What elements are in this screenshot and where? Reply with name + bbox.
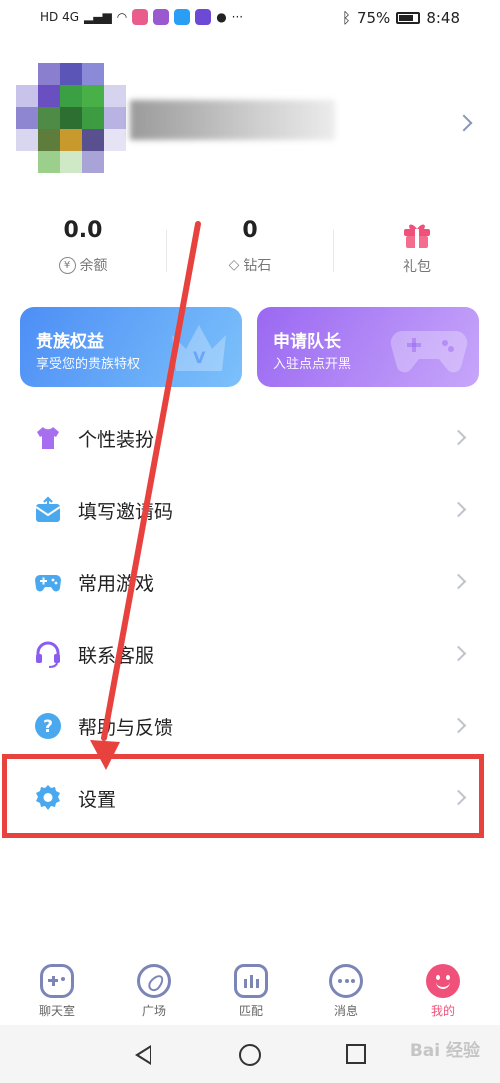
status-bar: HD 4G ▂▄▆ ◠ ● ··· ᛒ 75% 8:48: [0, 0, 500, 36]
menu-label: 填写邀请码: [78, 501, 174, 523]
clock: 8:48: [426, 9, 460, 27]
yen-icon: ¥: [58, 256, 76, 274]
gift-stat[interactable]: 礼包: [334, 210, 500, 290]
menu-label: 常用游戏: [78, 573, 155, 595]
profile-header[interactable]: [0, 55, 500, 195]
match-icon: [234, 964, 268, 998]
app-notification-icon: [132, 9, 149, 25]
chevron-right-icon: [450, 573, 467, 590]
gamepad-icon: [390, 331, 468, 373]
tab-label: 聊天室: [38, 1004, 75, 1018]
menu-item-customer-service[interactable]: 联系客服: [0, 618, 500, 690]
balance-stat[interactable]: 0.0 ¥ 余额: [0, 210, 166, 290]
menu-label: 个性装扮: [78, 429, 155, 451]
tab-label-active: 我的: [430, 1004, 455, 1018]
status-left: HD 4G ▂▄▆ ◠ ● ···: [40, 9, 243, 25]
gift-icon: [402, 220, 432, 250]
tab-match[interactable]: 匹配: [201, 960, 301, 1022]
chevron-right-icon[interactable]: [455, 114, 473, 132]
menu-item-help-feedback[interactable]: ? 帮助与反馈: [0, 690, 500, 762]
svg-text:V: V: [193, 348, 206, 367]
network-indicator: HD 4G: [40, 10, 80, 24]
app-notification-icon: [153, 9, 170, 25]
wifi-icon: ◠: [116, 10, 128, 24]
tab-label: 广场: [141, 1004, 166, 1018]
diamond-value: 0: [242, 218, 258, 243]
balance-label: 余额: [79, 258, 108, 274]
tab-label: 消息: [333, 1004, 358, 1018]
tab-chatroom[interactable]: 聊天室: [7, 960, 107, 1022]
noble-card[interactable]: V 贵族权益 享受您的贵族特权: [20, 307, 242, 387]
back-icon[interactable]: [135, 1045, 151, 1065]
more-notifications-icon: ···: [231, 10, 244, 24]
chevron-right-icon: [450, 717, 467, 734]
chevron-right-icon: [450, 429, 467, 446]
tab-label: 匹配: [238, 1004, 263, 1018]
battery-percent: 75%: [356, 9, 391, 27]
message-icon: ●: [216, 10, 227, 24]
gamepad-tab-icon: [40, 964, 74, 998]
svg-text:?: ?: [43, 717, 53, 737]
gift-label: 礼包: [403, 259, 431, 275]
tab-mine[interactable]: 我的: [393, 960, 493, 1022]
wallet-stats: 0.0 ¥ 余额 0 ◇ 钻石 礼包: [0, 210, 500, 290]
tab-square[interactable]: 广场: [104, 960, 204, 1022]
compass-icon: [137, 964, 171, 998]
diamond-label: 钻石: [243, 258, 272, 274]
chevron-right-icon: [450, 501, 467, 518]
menu-label: 联系客服: [78, 645, 155, 667]
smiley-icon: [426, 964, 460, 998]
avatar[interactable]: [16, 63, 126, 183]
help-icon: ?: [35, 713, 61, 739]
watermark: Bai 经验: [409, 1041, 480, 1061]
menu-label: 帮助与反馈: [78, 717, 174, 739]
promo-cards: V 贵族权益 享受您的贵族特权 申请队长 入驻点点开黑: [20, 307, 480, 387]
crown-icon: V: [172, 325, 226, 371]
menu-item-dress-up[interactable]: 个性装扮: [0, 402, 500, 474]
tshirt-icon: [37, 427, 59, 449]
chat-bubble-icon: [329, 964, 363, 998]
signal-icon: ▂▄▆: [84, 10, 112, 24]
noble-card-title: 贵族权益: [36, 332, 104, 352]
bottom-tab-bar: 聊天室 广场 匹配 消息 我的: [0, 960, 500, 1022]
noble-card-subtitle: 享受您的贵族特权: [36, 357, 141, 372]
gamepad-icon: [35, 575, 61, 592]
search-app-icon: [174, 9, 191, 25]
headset-icon: [36, 641, 60, 668]
recent-apps-icon[interactable]: [346, 1044, 366, 1064]
battery-icon: [396, 12, 421, 24]
menu-item-common-games[interactable]: 常用游戏: [0, 546, 500, 618]
captain-card-subtitle: 入驻点点开黑: [273, 357, 352, 372]
balance-value: 0.0: [63, 218, 103, 243]
chevron-right-icon: [450, 645, 467, 662]
diamond-stat[interactable]: 0 ◇ 钻石: [167, 210, 333, 290]
diamond-icon: ◇: [228, 257, 240, 273]
menu-item-invite-code[interactable]: 填写邀请码: [0, 474, 500, 546]
status-right: ᛒ 75% 8:48: [342, 9, 460, 27]
captain-card-title: 申请队长: [273, 332, 341, 352]
app-notification-icon: [195, 9, 212, 25]
bluetooth-icon: ᛒ: [341, 9, 351, 27]
annotation-highlight-box: [2, 754, 484, 838]
tab-messages[interactable]: 消息: [296, 960, 396, 1022]
captain-card[interactable]: 申请队长 入驻点点开黑: [257, 307, 479, 387]
username-blurred: [130, 100, 335, 140]
home-icon[interactable]: [239, 1044, 261, 1066]
mail-icon: [35, 496, 61, 522]
